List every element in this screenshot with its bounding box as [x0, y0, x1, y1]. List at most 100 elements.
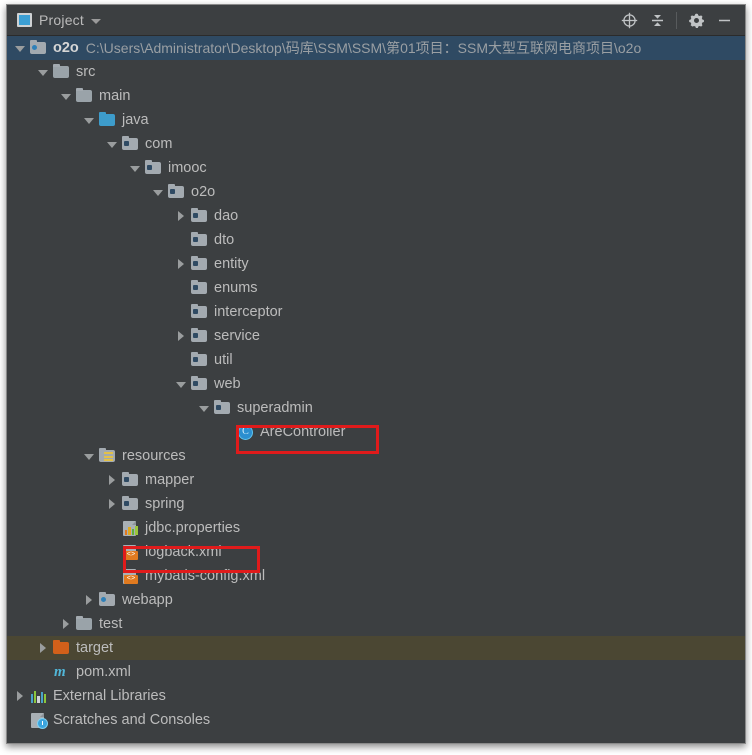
project-view-selector[interactable]: Project	[17, 5, 101, 35]
folder-package-icon	[191, 328, 208, 344]
tree-row-mapper[interactable]: mapper	[7, 468, 745, 492]
tree-row-enums[interactable]: enums	[7, 276, 745, 300]
tree-label: com	[145, 136, 173, 152]
folder-package-icon	[122, 472, 139, 488]
tree-row-dto[interactable]: dto	[7, 228, 745, 252]
tree-row-com[interactable]: com	[7, 132, 745, 156]
tree-row-test[interactable]: test	[7, 612, 745, 636]
expand-arrow-icon[interactable]	[15, 43, 26, 54]
folder-package-icon	[191, 376, 208, 392]
expand-arrow-icon[interactable]	[15, 690, 26, 702]
folder-package-icon	[122, 136, 139, 152]
arrow-spacer	[176, 307, 187, 318]
collapse-arrow-icon[interactable]	[38, 67, 49, 78]
tree-row-arecontroller[interactable]: C AreController	[7, 420, 745, 444]
tree-row-project-root[interactable]: o2o C:\Users\Administrator\Desktop\码库\SS…	[7, 36, 745, 60]
xml-file-icon: <>	[122, 544, 139, 560]
expand-arrow-icon[interactable]	[176, 330, 187, 342]
collapse-arrow-icon[interactable]	[199, 403, 210, 414]
collapse-arrow-icon[interactable]	[84, 451, 95, 462]
project-icon	[17, 13, 32, 27]
tree-row-logback-xml[interactable]: <> logback.xml	[7, 540, 745, 564]
tree-label: External Libraries	[53, 688, 166, 704]
tree-label: mybatis-config.xml	[145, 568, 266, 584]
tree-label: java	[122, 112, 149, 128]
tree-row-imooc[interactable]: imooc	[7, 156, 745, 180]
project-toolbar-title: Project	[39, 12, 84, 28]
tree-label: web	[214, 376, 241, 392]
tree-label: main	[99, 88, 131, 104]
tree-row-pom-xml[interactable]: m pom.xml	[7, 660, 745, 684]
tree-label: imooc	[168, 160, 207, 176]
tree-label: resources	[122, 448, 186, 464]
tree-row-target[interactable]: target	[7, 636, 745, 660]
locate-icon[interactable]	[616, 7, 642, 33]
tree-row-src[interactable]: src	[7, 60, 745, 84]
tree-label: util	[214, 352, 233, 368]
expand-arrow-icon[interactable]	[38, 642, 49, 654]
tree-rows: src main java com imooc o2o dao dto entity enums i…	[7, 60, 745, 732]
tree-label: superadmin	[237, 400, 313, 416]
tree-label: o2o	[191, 184, 216, 200]
tree-row-web[interactable]: web	[7, 372, 745, 396]
tree-label-project-root: o2o	[53, 40, 79, 56]
tree-row-resources[interactable]: resources	[7, 444, 745, 468]
tree-row-java[interactable]: java	[7, 108, 745, 132]
expand-arrow-icon[interactable]	[107, 474, 118, 486]
tree-row-service[interactable]: service	[7, 324, 745, 348]
arrow-spacer	[222, 427, 233, 438]
tree-row-mybatis-config-xml[interactable]: <> mybatis-config.xml	[7, 564, 745, 588]
tree-row-jdbc-properties[interactable]: jdbc.properties	[7, 516, 745, 540]
tree-label: AreController	[260, 424, 346, 440]
tree-row-interceptor[interactable]: interceptor	[7, 300, 745, 324]
folder-source-root-icon	[99, 112, 116, 128]
project-tree[interactable]: o2o C:\Users\Administrator\Desktop\码库\SS…	[7, 36, 745, 743]
tree-label: mapper	[145, 472, 195, 488]
folder-package-icon	[191, 208, 208, 224]
external-libraries-icon	[30, 688, 47, 704]
minimize-icon[interactable]	[711, 7, 737, 33]
tree-row-o2o[interactable]: o2o	[7, 180, 745, 204]
tree-row-util[interactable]: util	[7, 348, 745, 372]
tree-label: service	[214, 328, 260, 344]
arrow-spacer	[176, 235, 187, 246]
tree-label: pom.xml	[76, 664, 131, 680]
collapse-arrow-icon[interactable]	[176, 379, 187, 390]
tree-row-webapp[interactable]: webapp	[7, 588, 745, 612]
folder-package-icon	[214, 400, 231, 416]
module-folder-icon	[30, 40, 47, 56]
settings-gear-icon[interactable]	[683, 7, 709, 33]
expand-arrow-icon[interactable]	[176, 258, 187, 270]
folder-package-icon	[191, 232, 208, 248]
expand-arrow-icon[interactable]	[84, 594, 95, 606]
tree-row-external-libraries[interactable]: External Libraries	[7, 684, 745, 708]
arrow-spacer	[107, 523, 118, 534]
collapse-arrow-icon[interactable]	[153, 187, 164, 198]
collapse-arrow-icon[interactable]	[61, 91, 72, 102]
maven-file-icon: m	[54, 664, 66, 680]
collapse-arrow-icon[interactable]	[107, 139, 118, 150]
collapse-arrow-icon[interactable]	[130, 163, 141, 174]
tree-row-scratches-and-consoles[interactable]: Scratches and Consoles	[7, 708, 745, 732]
tree-label: src	[76, 64, 96, 80]
expand-arrow-icon[interactable]	[61, 618, 72, 630]
folder-webapp-icon	[99, 592, 116, 608]
folder-package-icon	[191, 304, 208, 320]
tree-row-superadmin[interactable]: superadmin	[7, 396, 745, 420]
expand-arrow-icon[interactable]	[107, 498, 118, 510]
expand-arrow-icon[interactable]	[176, 210, 187, 222]
tree-row-main[interactable]: main	[7, 84, 745, 108]
collapse-arrow-icon[interactable]	[84, 115, 95, 126]
java-class-icon: C	[237, 424, 254, 440]
tree-row-spring[interactable]: spring	[7, 492, 745, 516]
folder-package-icon	[145, 160, 162, 176]
folder-package-icon	[191, 352, 208, 368]
tree-row-entity[interactable]: entity	[7, 252, 745, 276]
chevron-down-icon[interactable]	[90, 18, 101, 24]
arrow-spacer	[176, 283, 187, 294]
tree-row-dao[interactable]: dao	[7, 204, 745, 228]
collapse-all-icon[interactable]	[644, 7, 670, 33]
folder-package-icon	[191, 256, 208, 272]
tree-label: dao	[214, 208, 239, 224]
arrow-spacer	[176, 355, 187, 366]
